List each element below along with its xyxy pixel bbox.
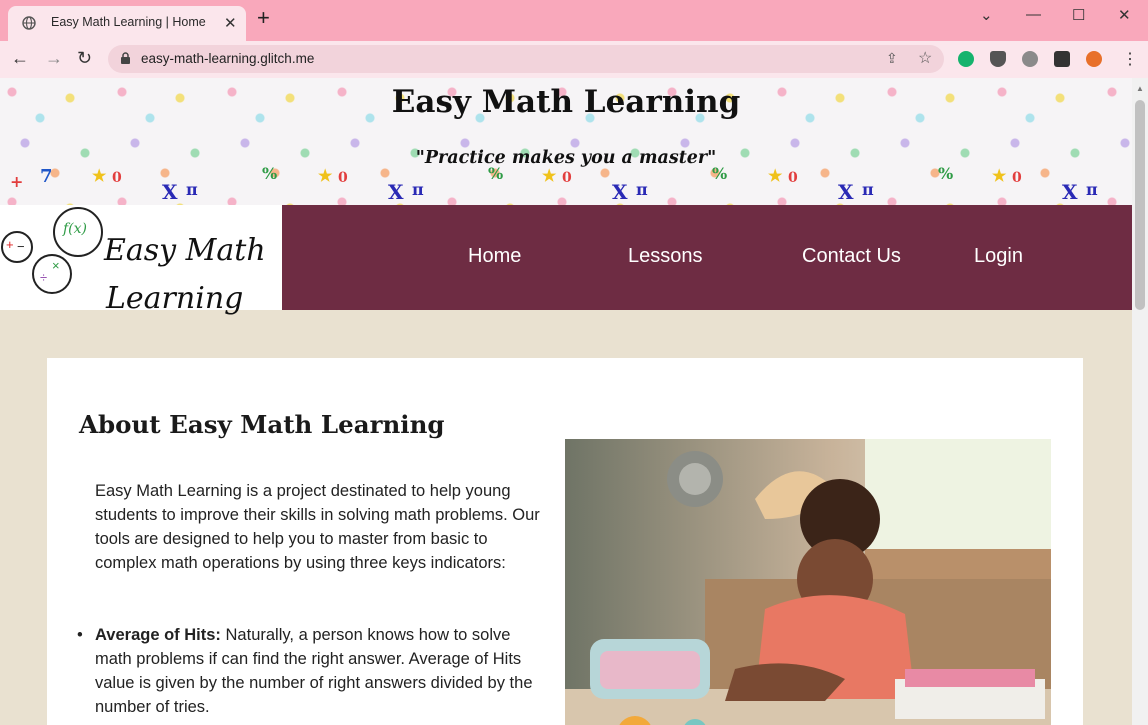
list-item: Average of Hits: Naturally, a person kno… [77,623,551,719]
close-tab-icon[interactable]: ✕ [224,14,237,32]
nav-lessons-link[interactable]: Lessons [628,245,703,268]
main-navigation: Home Lessons Contact Us Login [282,205,1132,310]
page-scrollbar[interactable]: ▲ [1132,78,1148,725]
bookmark-star-icon[interactable]: ☆ [918,48,932,68]
indicator-list: Average of Hits: Naturally, a person kno… [77,623,551,719]
lock-icon [121,52,130,64]
maximize-button[interactable]: ☐ [1072,6,1085,24]
browser-toolbar: ← → ↻ easy-math-learning.glitch.me ⇪ ☆ ⋮ [0,41,1148,79]
about-intro-paragraph: Easy Math Learning is a project destinat… [95,482,540,572]
site-title: Easy Math Learning [391,84,741,120]
menu-kebab-icon[interactable]: ⋮ [1122,49,1138,69]
bullet-term: Average of Hits: [95,626,221,644]
minimize-button[interactable]: — [1026,6,1041,23]
globe-icon [22,16,36,30]
browser-tab-strip: Easy Math Learning | Home ✕ + ⌄ — ☐ ✕ [0,0,1148,41]
address-bar[interactable]: easy-math-learning.glitch.me ⇪ ☆ [108,45,944,73]
share-icon[interactable]: ⇪ [886,50,898,67]
math-doodle-strip: + 7 ★ 0 X π % ★ 0 X π % ★ 0 X π % ★ 0 X … [10,164,1098,204]
scroll-up-arrow-icon[interactable]: ▲ [1136,84,1144,93]
grammarly-extension-icon[interactable] [958,51,974,67]
tab-search-icon[interactable]: ⌄ [980,6,993,24]
new-tab-button[interactable]: + [257,7,270,29]
nav-contact-us-link[interactable]: Contact Us [802,245,901,268]
logo-divide-times-circle: ÷ × [32,254,72,294]
browser-tab[interactable]: Easy Math Learning | Home ✕ [8,6,246,41]
nav-home-link[interactable]: Home [468,245,521,268]
logo-wordmark: Easy Math Learning [104,233,266,316]
scrollbar-thumb[interactable] [1135,100,1145,310]
site-tagline: "Practice makes you a master" [415,148,717,168]
shield-extension-icon[interactable] [990,51,1006,67]
logo-fx-circle: f(x) [53,207,103,257]
forward-button[interactable]: → [45,49,63,67]
extensions-puzzle-icon[interactable] [1054,51,1070,67]
about-section: About Easy Math Learning Easy Math Learn… [47,358,1083,725]
girl-studying-photo [565,439,1051,725]
logo-plus-minus-circle: + − [1,231,33,263]
site-logo[interactable]: f(x) + − ÷ × Easy Math Learning [0,205,282,316]
web-page: Easy Math Learning "Practice makes you a… [0,78,1132,725]
gear-extension-icon[interactable] [1022,51,1038,67]
url-text: easy-math-learning.glitch.me [141,51,315,66]
tab-title: Easy Math Learning | Home [51,15,206,29]
nav-login-link[interactable]: Login [974,245,1023,268]
about-heading: About Easy Math Learning [79,410,445,439]
back-button[interactable]: ← [11,49,29,67]
close-window-button[interactable]: ✕ [1118,6,1131,24]
photo-illustration [565,439,1051,725]
reload-button[interactable]: ↻ [77,49,92,67]
header-banner: Easy Math Learning "Practice makes you a… [0,78,1132,205]
profile-avatar[interactable] [1086,51,1102,67]
